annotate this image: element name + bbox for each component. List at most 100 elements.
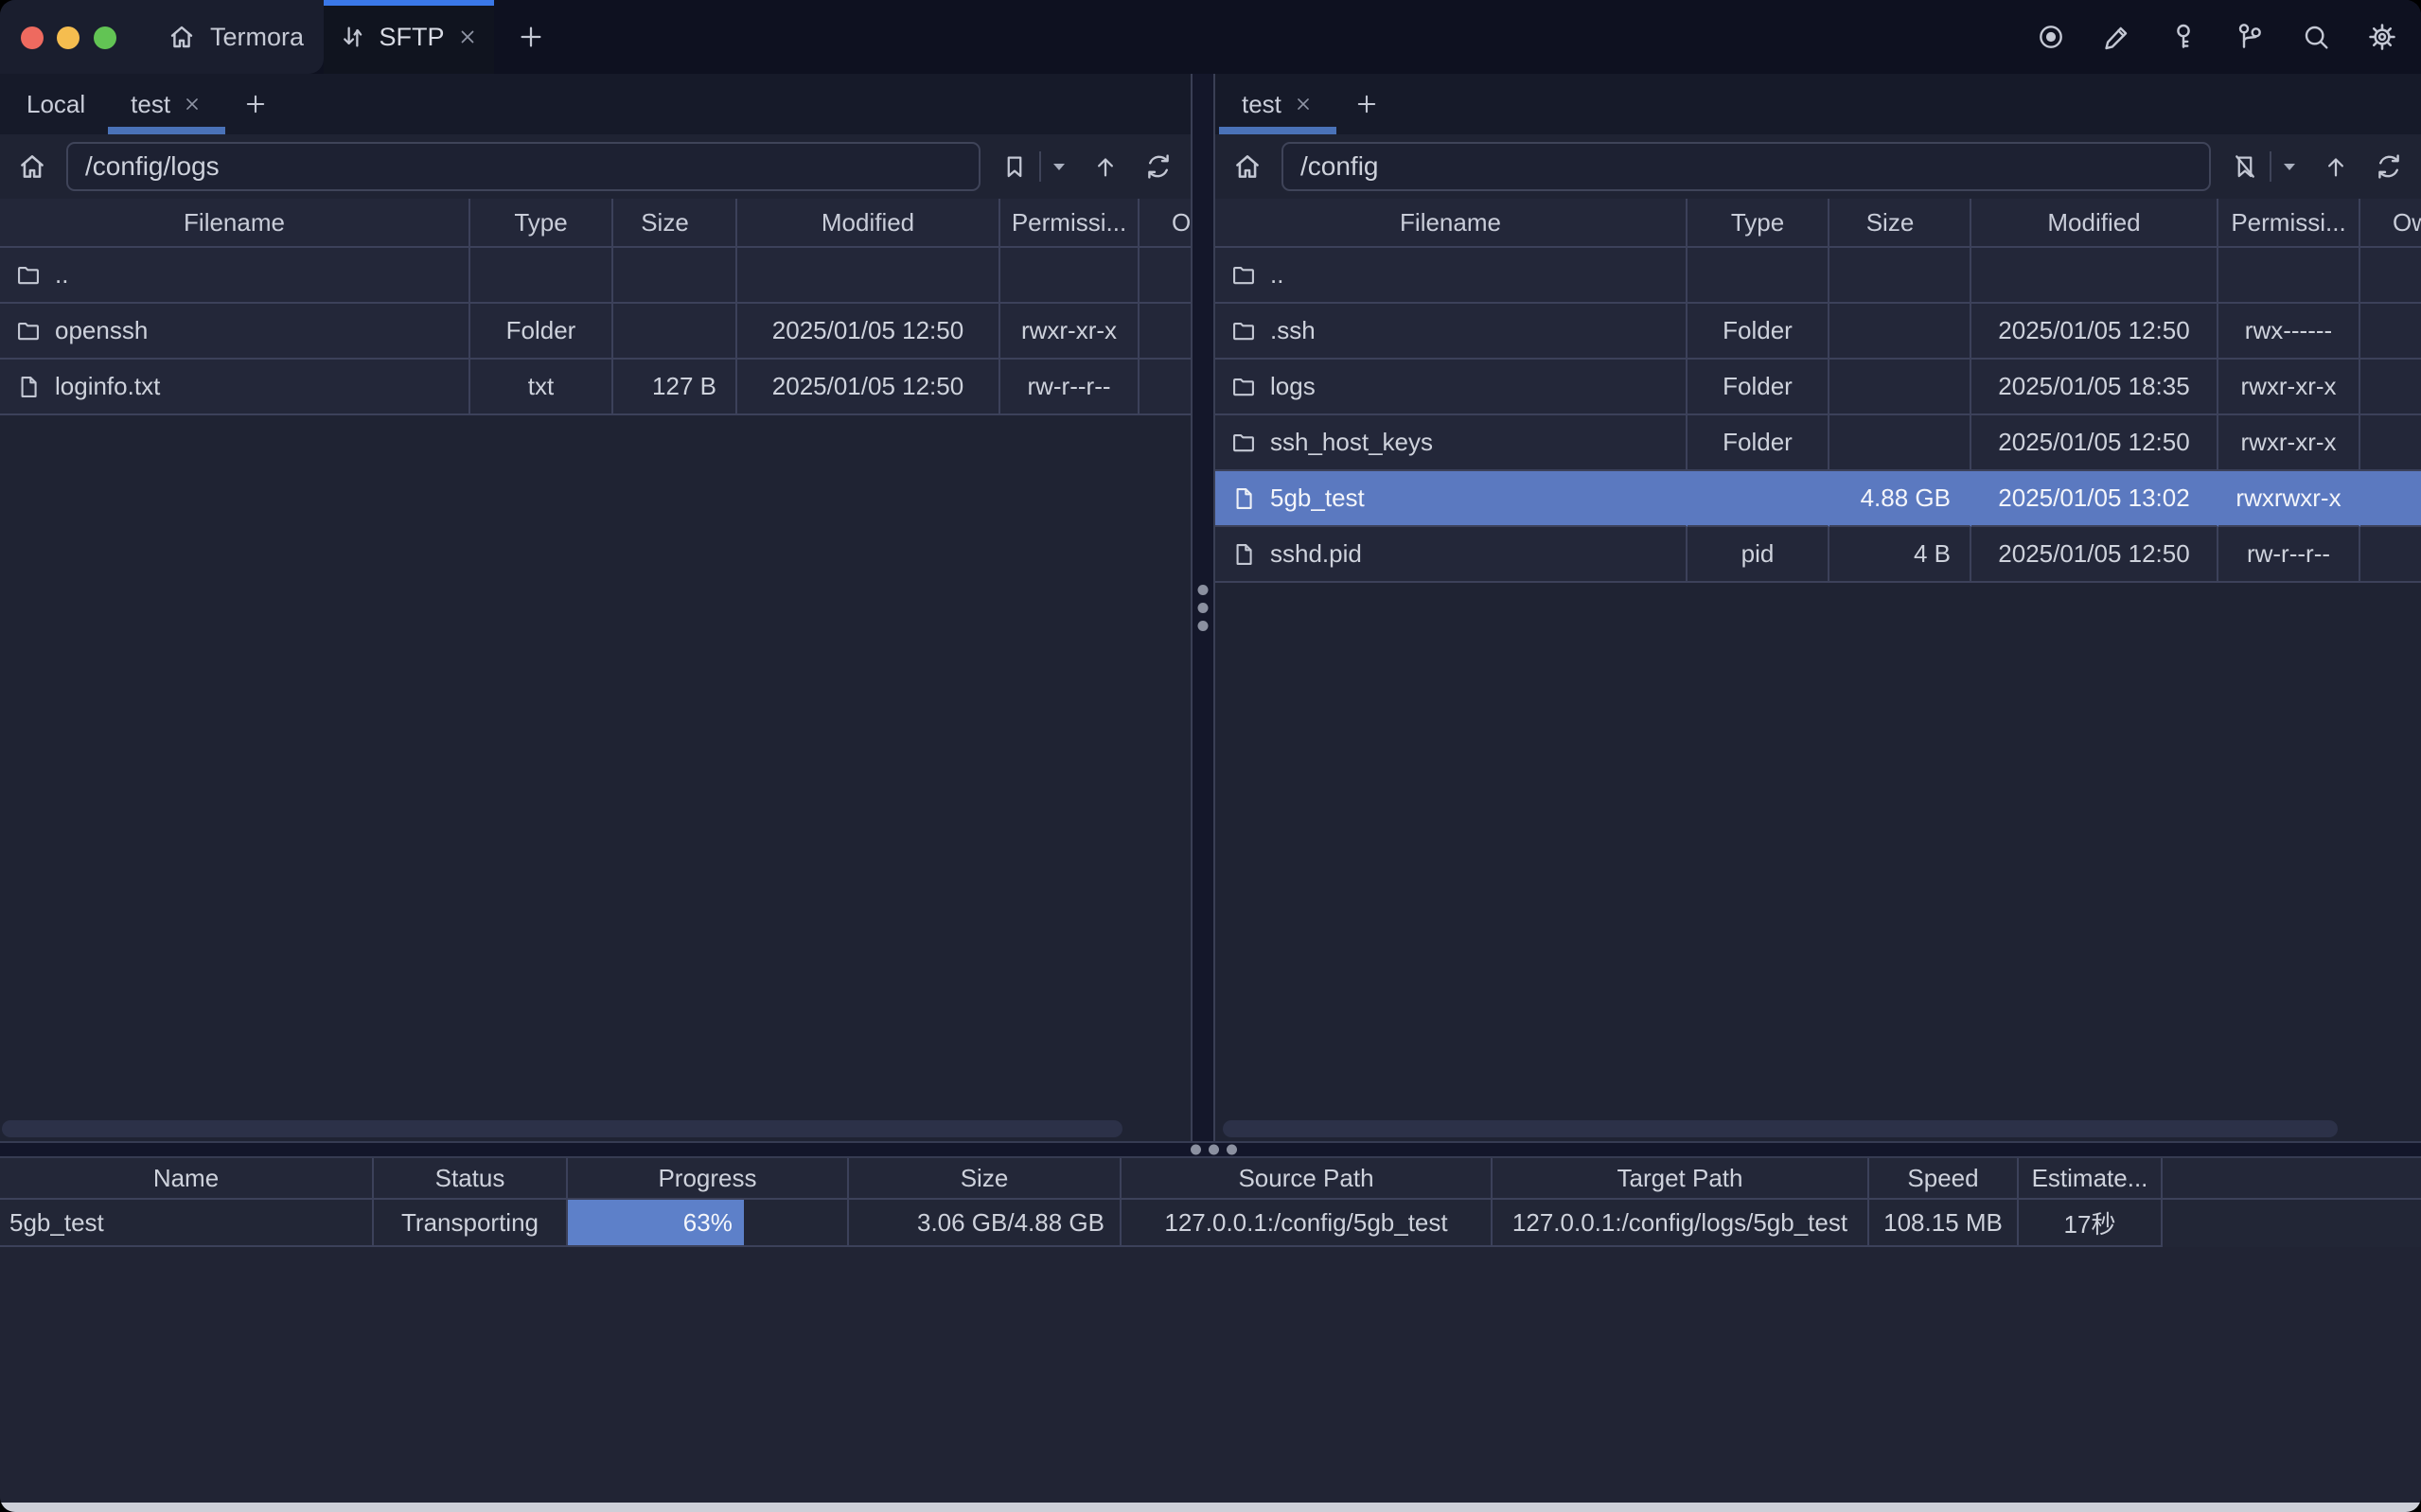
close-tab-icon[interactable] — [182, 94, 203, 114]
column-header-owner[interactable]: Ow — [2360, 199, 2421, 248]
folder-icon — [15, 318, 42, 344]
folder-icon — [1230, 262, 1257, 289]
search-button[interactable] — [2294, 15, 2338, 59]
filename-label: .. — [1270, 260, 1283, 290]
titlebar-actions — [2029, 0, 2404, 74]
right-pane-tabs: test — [1215, 74, 2421, 134]
column-header-progress[interactable]: Progress — [568, 1158, 849, 1200]
bookmark-icon[interactable] — [996, 146, 1034, 187]
refresh-button[interactable] — [1140, 146, 1177, 187]
column-header-source-path[interactable]: Source Path — [1122, 1158, 1493, 1200]
pane-divider[interactable] — [1191, 74, 1215, 1141]
file-row[interactable]: sshd.pid pid 4 B 2025/01/05 12:50 rw-r--… — [1215, 527, 2421, 583]
filename-label: sshd.pid — [1270, 539, 1362, 569]
right-pane: test — [1215, 74, 2421, 1141]
bookmark-dropdown-icon[interactable] — [1047, 146, 1071, 187]
zoom-window-button[interactable] — [94, 26, 116, 49]
column-header-filename[interactable]: Filename — [0, 199, 470, 248]
type-cell: pid — [1688, 527, 1829, 583]
parent-directory-button[interactable] — [2317, 146, 2355, 187]
file-row[interactable]: ssh_host_keys Folder 2025/01/05 12:50 rw… — [1215, 415, 2421, 471]
filename-label: .. — [55, 260, 68, 290]
column-header-permissions[interactable]: Permissi... — [2218, 199, 2360, 248]
left-file-table: Filename Type Size Modified Permissi... … — [0, 199, 1191, 415]
file-row[interactable]: openssh Folder 2025/01/05 12:50 rwxr-xr-… — [0, 304, 1191, 360]
horizontal-splitter[interactable] — [0, 1141, 2421, 1158]
divider-grip-icon — [1198, 585, 1209, 631]
close-tab-icon[interactable] — [1293, 94, 1314, 114]
home-button[interactable] — [13, 146, 51, 187]
horizontal-scrollbar-thumb[interactable] — [1223, 1120, 2338, 1137]
bookmark-dropdown-icon[interactable] — [2277, 146, 2302, 187]
bookmark-group — [996, 146, 1071, 187]
column-header-owner[interactable]: Ow — [1140, 199, 1191, 248]
permissions-cell — [1000, 248, 1140, 304]
size-cell: 127 B — [613, 360, 737, 415]
column-header-type[interactable]: Type — [470, 199, 613, 248]
type-cell: Folder — [1688, 360, 1829, 415]
record-button[interactable] — [2029, 15, 2073, 59]
right-pane-toolbar — [1215, 134, 2421, 199]
permissions-cell: rw-r--r-- — [2218, 527, 2360, 583]
close-tab-icon[interactable] — [456, 26, 479, 48]
transfer-row[interactable]: 5gb_test Transporting 63% 3.06 GB/4.88 G… — [0, 1200, 2421, 1247]
modified-cell: 2025/01/05 12:50 — [1971, 304, 2218, 360]
close-window-button[interactable] — [21, 26, 44, 49]
column-header-type[interactable]: Type — [1688, 199, 1829, 248]
column-header-size[interactable]: Size — [1829, 199, 1971, 248]
column-header-modified[interactable]: Modified — [737, 199, 1000, 248]
minimize-window-button[interactable] — [57, 26, 80, 49]
column-header-modified[interactable]: Modified — [1971, 199, 2218, 248]
path-input[interactable] — [1281, 142, 2211, 191]
parent-directory-button[interactable] — [1087, 146, 1124, 187]
file-row[interactable]: .. — [1215, 248, 2421, 304]
bookmark-slash-icon[interactable] — [2226, 146, 2264, 187]
modified-cell: 2025/01/05 13:02 — [1971, 471, 2218, 527]
filename-label: loginfo.txt — [55, 372, 160, 401]
column-header-speed[interactable]: Speed — [1869, 1158, 2019, 1200]
column-header-size[interactable]: Size — [613, 199, 737, 248]
folder-icon — [1230, 430, 1257, 456]
left-tab-test[interactable]: test — [108, 74, 225, 134]
tab-sftp-label: SFTP — [379, 23, 444, 52]
owner-cell — [2360, 304, 2421, 360]
column-header-target-path[interactable]: Target Path — [1493, 1158, 1869, 1200]
key-button[interactable] — [2162, 15, 2205, 59]
keychain-button[interactable] — [2228, 15, 2271, 59]
left-new-tab-button[interactable] — [225, 74, 286, 134]
file-row[interactable]: logs Folder 2025/01/05 18:35 rwxr-xr-x — [1215, 360, 2421, 415]
column-header-permissions[interactable]: Permissi... — [1000, 199, 1140, 248]
left-tab-local[interactable]: Local — [4, 74, 108, 134]
size-cell — [1829, 304, 1971, 360]
path-input[interactable] — [66, 142, 981, 191]
file-row[interactable]: .. — [0, 248, 1191, 304]
modified-cell: 2025/01/05 12:50 — [1971, 415, 2218, 471]
right-new-tab-button[interactable] — [1336, 74, 1397, 134]
bottom-scrollbar-thumb[interactable] — [0, 1503, 2421, 1512]
size-cell: 4.88 GB — [1829, 471, 1971, 527]
column-header-name[interactable]: Name — [0, 1158, 374, 1200]
home-icon — [167, 22, 197, 52]
horizontal-scrollbar-thumb[interactable] — [2, 1120, 1122, 1137]
tab-sftp[interactable]: SFTP — [324, 0, 494, 74]
file-row-selected[interactable]: 5gb_test 4.88 GB 2025/01/05 13:02 rwxrwx… — [1215, 471, 2421, 527]
edit-button[interactable] — [2095, 15, 2139, 59]
owner-cell — [2360, 248, 2421, 304]
new-tab-button[interactable] — [513, 19, 549, 55]
column-header-estimate[interactable]: Estimate... — [2019, 1158, 2163, 1200]
refresh-button[interactable] — [2370, 146, 2408, 187]
right-tab-test[interactable]: test — [1219, 74, 1336, 134]
tab-termora[interactable]: Termora — [167, 0, 304, 74]
home-button[interactable] — [1228, 146, 1266, 187]
file-row[interactable]: loginfo.txt txt 127 B 2025/01/05 12:50 r… — [0, 360, 1191, 415]
file-row[interactable]: .ssh Folder 2025/01/05 12:50 rwx------ — [1215, 304, 2421, 360]
titlebar-left-group: Termora — [0, 0, 324, 74]
column-header-size[interactable]: Size — [849, 1158, 1122, 1200]
column-header-status[interactable]: Status — [374, 1158, 568, 1200]
right-tab-test-label: test — [1242, 90, 1281, 119]
type-cell — [1688, 248, 1829, 304]
transfers-header: Name Status Progress Size Source Path Ta… — [0, 1158, 2421, 1200]
column-header-filename[interactable]: Filename — [1215, 199, 1688, 248]
titlebar: Termora SFTP — [0, 0, 2421, 74]
settings-button[interactable] — [2360, 15, 2404, 59]
